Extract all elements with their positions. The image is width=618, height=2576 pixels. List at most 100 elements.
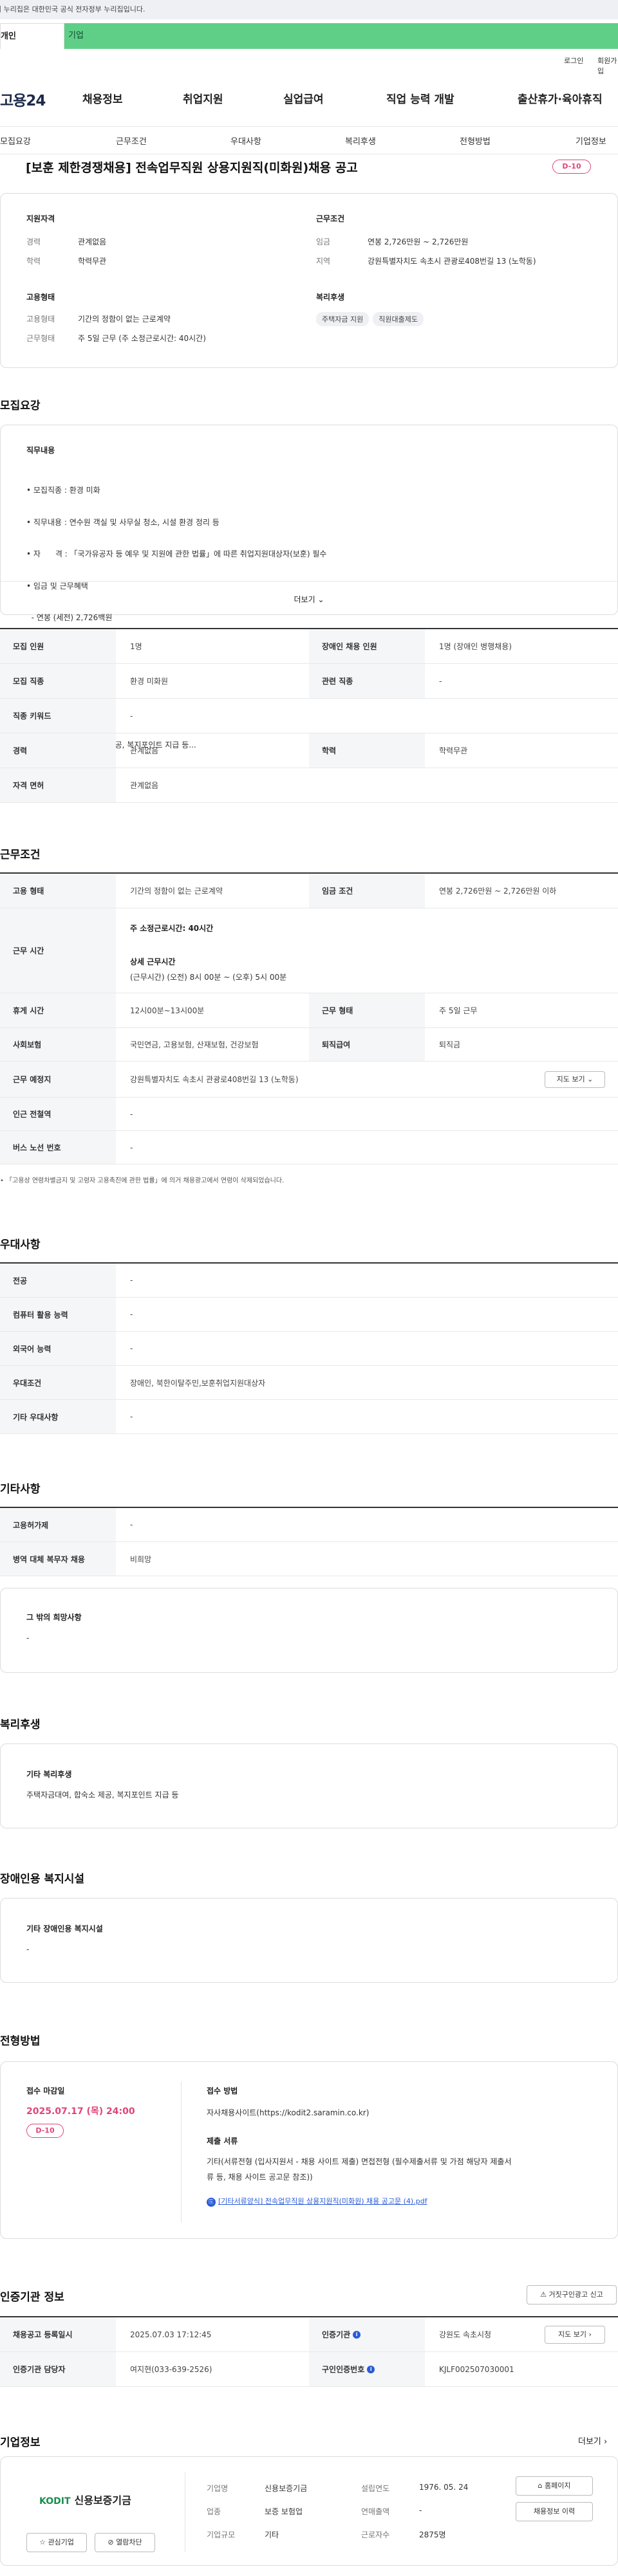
age-note-text: 「고용상 연령차별금지 및 고령자 고용촉진에 관한 법률」에 의거 채용광고에…: [6, 1177, 285, 1184]
table-row: 고용허가제 -: [0, 1508, 618, 1542]
docs-value-1: 기타(서류전형 (입사지원서 - 채용 사이트 제출) 면접전형 (필수제출서류…: [207, 2157, 512, 2166]
table-row: 기타 우대사항 -: [0, 1400, 618, 1434]
chevron-down-icon: ⌄: [317, 595, 324, 604]
area-value: 강원특별자치도 속초시 관광로408번길 13 (노학동): [368, 257, 536, 266]
cond-heading: 근무조건: [316, 214, 345, 223]
recruit-heading: 모집요강: [0, 400, 41, 412]
duty-card: 직무내용 • 모집직종 : 환경 미화 • 직무내용 : 연수원 객실 및 사무…: [0, 425, 618, 750]
company-logo: KODIT 신용보증기금: [39, 2492, 131, 2507]
row-label: 근무 시간: [0, 908, 116, 993]
table-row: 경력 관계없음 학력 학력무관: [0, 733, 618, 768]
table-row: 자격 면허 관계없음: [0, 768, 618, 803]
star-icon: ☆: [39, 2538, 46, 2546]
table-row: 고용 형태 기간의 정함이 없는 근로계약 임금 조건 연봉 2,726만원 ~…: [0, 874, 618, 908]
duty-more-button[interactable]: 더보기 ⌄: [1, 594, 617, 605]
row-value: -: [130, 1143, 133, 1152]
docs-heading: 제출 서류: [207, 2137, 238, 2146]
cname-label: 기업명: [207, 2484, 229, 2493]
table-row: 직종 키워드 -: [0, 699, 618, 733]
chevron-right-icon: ›: [604, 2437, 608, 2447]
biz-value: 보증 보험업: [265, 2507, 303, 2516]
company-logo-ko: 신용보증기금: [74, 2494, 131, 2507]
company-heading: 기업정보: [0, 2436, 41, 2449]
gnb-unemployment-benefit[interactable]: 실업급여: [283, 90, 324, 106]
report-icon: ⚠: [540, 2290, 547, 2299]
etc-hope-card: 그 밖의 희망사항 -: [0, 1588, 618, 1673]
file-icon: ⎘: [207, 2198, 216, 2207]
homepage-button[interactable]: ⌂ 홈페이지: [516, 2476, 593, 2496]
gnb-employment-support[interactable]: 취업지원: [183, 90, 223, 106]
size-label: 기업규모: [207, 2530, 236, 2539]
subnav-work[interactable]: 근무조건: [116, 134, 147, 147]
disab-box-heading: 기타 장애인용 복지시설: [26, 1924, 103, 1933]
gnb-job-info[interactable]: 채용정보: [82, 90, 123, 106]
auth-map-button[interactable]: 지도 보기 ›: [545, 2326, 605, 2344]
row-value: -: [130, 1344, 133, 1353]
wage-value: 연봉 2,726만원 ~ 2,726만원: [368, 237, 469, 246]
edu-value: 학력무관: [78, 257, 107, 266]
tab-personal[interactable]: 개인: [0, 23, 64, 49]
row-value: 비희망: [130, 1554, 152, 1564]
row-value: 국민연금, 고용보험, 산재보험, 건강보험: [130, 1040, 259, 1049]
tab-company[interactable]: 기업: [64, 23, 618, 49]
subnav-company[interactable]: 기업정보: [576, 134, 606, 147]
method-heading: 접수 방법: [207, 2086, 238, 2095]
row-value: -: [439, 676, 442, 686]
site-logo[interactable]: 고용24: [0, 88, 46, 110]
subnav-pref[interactable]: 우대사항: [230, 134, 261, 147]
login-link[interactable]: 로그인: [564, 55, 583, 66]
sales-value: -: [419, 2506, 422, 2515]
row-label: 인근 전철역: [0, 1098, 116, 1130]
map-view-button[interactable]: 지도 보기 ⌄: [545, 1071, 605, 1088]
detail-hours-value: (근무시간) (오전) 8시 00분 ~ (오후) 5시 00분: [130, 973, 287, 982]
info-icon[interactable]: i: [353, 2330, 361, 2339]
report-fake-ad-button[interactable]: ⚠ 거짓구인광고 신고: [527, 2285, 617, 2305]
signup-link[interactable]: 회원가입: [597, 55, 618, 76]
gnb-parental-leave[interactable]: 출산휴가·육아휴직: [518, 90, 603, 106]
work-form-label: 근무형태: [26, 334, 55, 343]
table-row: 외국어 능력 -: [0, 1332, 618, 1366]
row-value: KJLF002507030001: [439, 2364, 514, 2374]
table-row: 병역 대체 복무자 채용 비희망: [0, 1542, 618, 1576]
docs-value-2: 류 등, 채용 사이트 공고문 참조)): [207, 2173, 313, 2182]
company-more-label: 더보기: [578, 2437, 601, 2447]
company-card: KODIT 신용보증기금 ☆ 관심기업 ⊘ 열람차단 기업명 신용보증기금 업종 …: [0, 2456, 618, 2566]
company-more-link[interactable]: 더보기 ›: [578, 2434, 607, 2447]
size-value: 기타: [265, 2530, 279, 2539]
subnav-welfare[interactable]: 복리후생: [345, 134, 376, 147]
deadline-heading: 접수 마감일: [26, 2086, 65, 2095]
wage-label: 임금: [316, 237, 331, 246]
row-label: 관련 직종: [309, 664, 425, 698]
info-icon[interactable]: i: [367, 2365, 375, 2373]
welfare-heading: 복리후생: [316, 293, 345, 302]
table-row: 채용공고 등록일시 2025.07.03 17:12:45 인증기관 i 강원도 …: [0, 2317, 618, 2352]
row-value: 학력무관: [439, 746, 468, 755]
block-company-button[interactable]: ⊘ 열람차단: [95, 2533, 155, 2552]
subnav-recruit[interactable]: 모집요강: [0, 134, 31, 147]
welfare-box-heading: 기타 복리후생: [26, 1770, 72, 1779]
sales-label: 연매출액: [361, 2507, 390, 2516]
job-history-button[interactable]: 채용정보 이력: [516, 2502, 593, 2521]
area-label: 지역: [316, 257, 331, 266]
row-value: 연봉 2,726만원 ~ 2,726만원 이하: [439, 887, 557, 896]
attachment-name: [기타서류양식] 전속업무직원 상용지원직(미화원) 채용 공고문 (4).pd…: [218, 2197, 427, 2205]
gov-banner-text: 이 누리집은 대한민국 공식 전자정부 누리집입니다.: [0, 5, 145, 14]
favorite-company-button[interactable]: ☆ 관심기업: [26, 2533, 87, 2552]
table-row: 우대조건 장애인, 북한이탈주민,보훈취업지원대상자: [0, 1366, 618, 1400]
row-label: 모집 인원: [0, 629, 116, 663]
row-label: 장애인 채용 인원: [309, 629, 425, 663]
subnav-process[interactable]: 전형방법: [460, 134, 491, 147]
chip-housing: 주택자금 지원: [316, 312, 370, 326]
row-value: 강원특별자치도 속초시 관광로408번길 13 (노학동): [130, 1075, 299, 1084]
attachment-link[interactable]: ⎘ [기타서류양식] 전속업무직원 상용지원직(미화원) 채용 공고문 (4).p…: [207, 2196, 427, 2207]
row-label: 인증기관 담당자: [0, 2352, 116, 2386]
row-value: 1명 (장애인 병행채용): [439, 642, 512, 651]
disab-heading: 장애인용 복지시설: [0, 1873, 85, 1886]
auth-heading: 인증기관 정보: [0, 2291, 64, 2304]
welfare-section-heading: 복리후생: [0, 1718, 41, 1731]
row-label: 우대조건: [0, 1366, 116, 1399]
table-row: 모집 인원 1명 장애인 채용 인원 1명 (장애인 병행채용): [0, 629, 618, 664]
row-label: 채용공고 등록일시: [0, 2317, 116, 2351]
gnb-skill-development[interactable]: 직업 능력 개발: [386, 90, 454, 106]
row-label: 자격 면허: [0, 768, 116, 802]
